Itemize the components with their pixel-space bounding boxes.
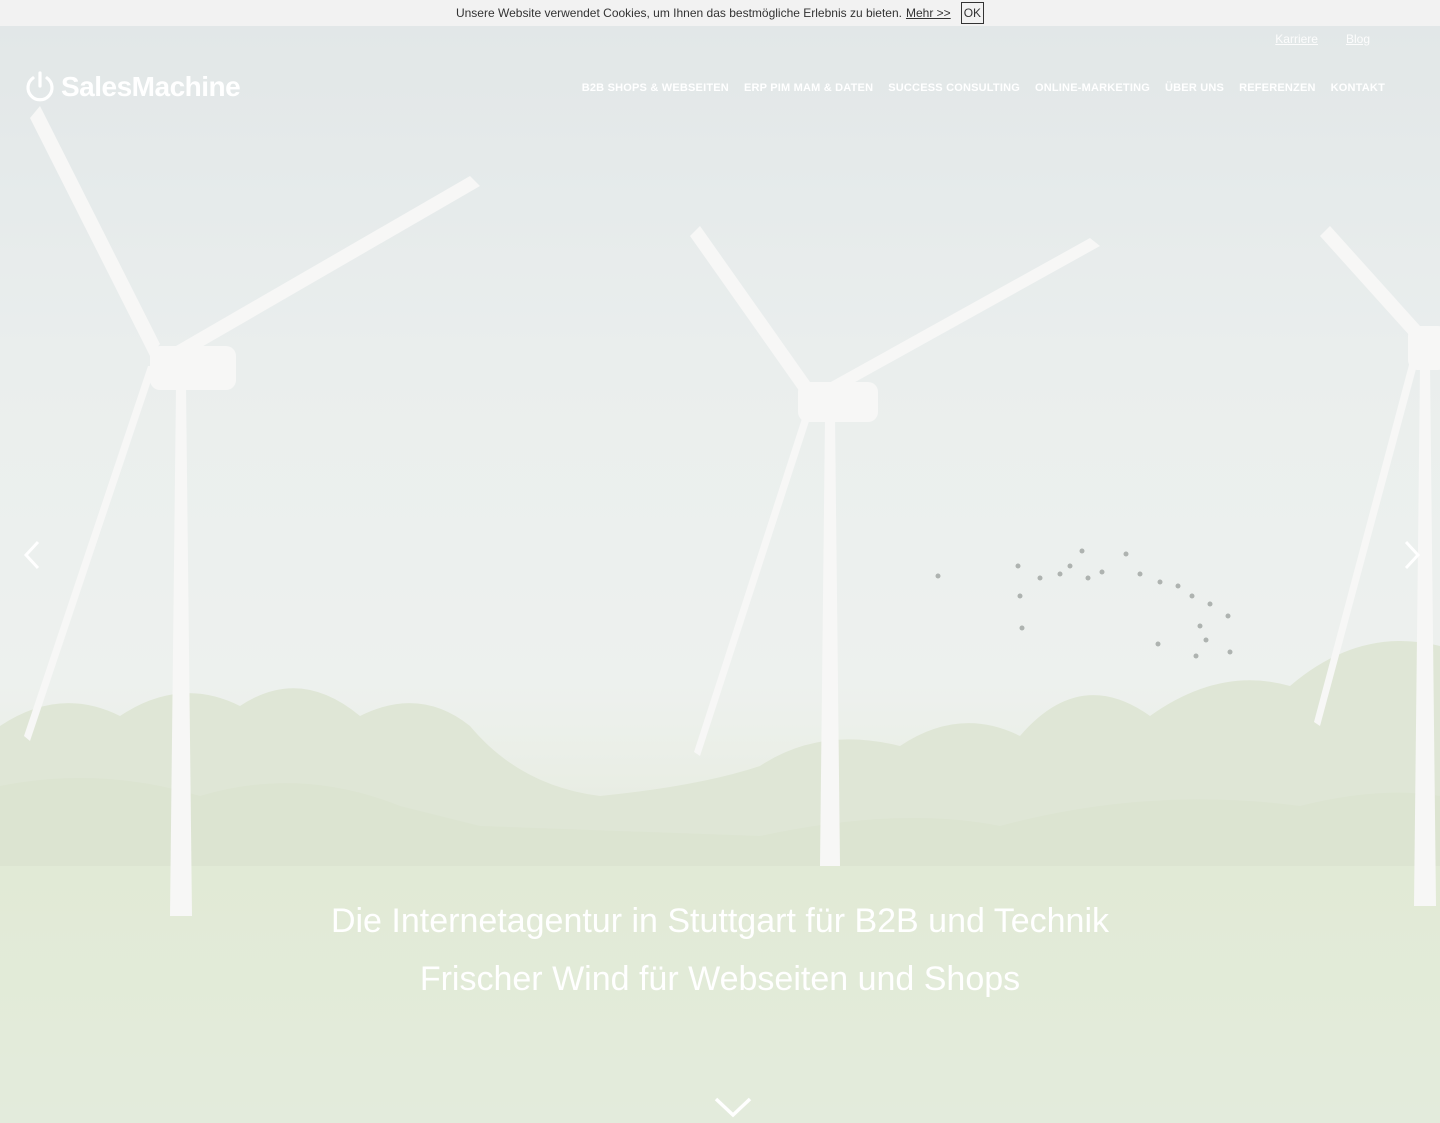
- hero-overlay: [0, 26, 1440, 1123]
- logo-text: SalesMachine: [61, 71, 241, 102]
- top-link-blog[interactable]: Blog: [1346, 32, 1370, 46]
- cookie-more-link[interactable]: Mehr >>: [906, 6, 951, 20]
- hero-slider: Karriere Blog SalesMachine B2B SHOPS & W…: [0, 26, 1440, 1123]
- cookie-banner: Unsere Website verwendet Cookies, um Ihn…: [0, 0, 1440, 26]
- nav-item-referenzen[interactable]: REFERENZEN: [1239, 82, 1316, 94]
- cookie-ok-button[interactable]: OK: [960, 2, 985, 24]
- power-icon: [26, 71, 54, 102]
- top-links: Karriere Blog: [1275, 32, 1370, 46]
- nav-item-erp-pim[interactable]: ERP PIM MAM & DATEN: [744, 82, 873, 94]
- chevron-right-icon[interactable]: [1396, 540, 1426, 570]
- cookie-text: Unsere Website verwendet Cookies, um Ihn…: [455, 6, 902, 20]
- chevron-down-icon[interactable]: [713, 1095, 753, 1119]
- chevron-left-icon[interactable]: [18, 540, 48, 570]
- nav-item-success-consulting[interactable]: SUCCESS CONSULTING: [888, 82, 1020, 94]
- nav-item-online-marketing[interactable]: ONLINE-MARKETING: [1035, 82, 1150, 94]
- hero-headline: Die Internetagentur in Stuttgart für B2B…: [330, 902, 1110, 940]
- nav-item-kontakt[interactable]: KONTAKT: [1331, 82, 1385, 94]
- logo[interactable]: SalesMachine: [25, 71, 241, 103]
- nav-item-b2b-shops[interactable]: B2B SHOPS & WEBSEITEN: [582, 82, 729, 94]
- main-nav: B2B SHOPS & WEBSEITEN ERP PIM MAM & DATE…: [582, 82, 1385, 94]
- nav-item-ueber-uns[interactable]: ÜBER UNS: [1165, 82, 1224, 94]
- top-link-karriere[interactable]: Karriere: [1275, 32, 1318, 46]
- hero-subheadline: Frischer Wind für Webseiten und Shops: [419, 960, 1021, 998]
